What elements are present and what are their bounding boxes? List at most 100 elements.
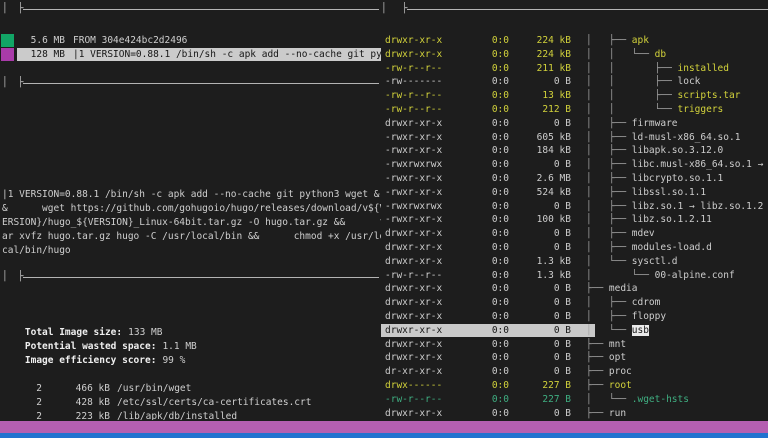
filetree-row[interactable]: drwxr-xr-x 0:0 0 B ├── media [381, 282, 768, 296]
border-glyph: │ [2, 270, 8, 284]
wasted-path: /usr/bin/wget [117, 382, 191, 396]
filetree-row[interactable]: -rw-r--r-- 0:0 1.3 kB │ └── 00-alpine.co… [381, 269, 768, 283]
tree-branch-glyphs: │ ├── [586, 311, 632, 322]
filetree-row[interactable]: drwxr-xr-x 0:0 224 kB │ ├── apk [381, 34, 768, 48]
file-tree-cell: │ ├── apk [586, 34, 768, 48]
tree-branch-glyphs: │ │ └── [586, 104, 678, 115]
file-uid-gid: 0:0 [461, 255, 509, 269]
file-name: libapk.so.3.12.0 [632, 145, 724, 156]
file-tree-cell: │ ├── firmware [586, 117, 768, 131]
file-uid-gid: 0:0 [461, 131, 509, 145]
file-size: 211 kB [513, 62, 571, 76]
file-permission: drwxr-xr-x [385, 296, 442, 310]
right-column: │├ drwxr-xr-x 0:0 224 kB │ ├── apk drwxr… [381, 0, 768, 421]
tree-branch-glyphs: ├── [586, 366, 609, 377]
file-size: 2.6 MB [513, 172, 571, 186]
tree-branch-glyphs: │ └── [586, 270, 655, 281]
file-tree-cell: │ │ ├── installed [586, 62, 768, 76]
filetree-row[interactable]: drwxr-xr-x 0:0 1.3 kB │ └── sysctl.d [381, 255, 768, 269]
file-size: 0 B [513, 296, 571, 310]
file-size: 212 B [513, 103, 571, 117]
file-permission: drwxr-xr-x [385, 310, 442, 324]
file-tree-cell: │ │ └── triggers [586, 103, 768, 117]
tree-branch-glyphs: │ ├── [586, 242, 632, 253]
filetree-row[interactable]: drwxr-xr-x 0:0 224 kB │ │ └── db [381, 48, 768, 62]
filetree-row[interactable]: drwxr-xr-x 0:0 0 B │ ├── mdev [381, 227, 768, 241]
file-size: 1.3 kB [513, 255, 571, 269]
filetree-row[interactable]: -rwxr-xr-x 0:0 184 kB │ ├── libapk.so.3.… [381, 144, 768, 158]
file-size: 184 kB [513, 144, 571, 158]
tree-branch-glyphs: │ ├── [586, 173, 632, 184]
layer-row[interactable]: 128 MB |1 VERSION=0.88.1 /bin/sh -c apk … [0, 48, 381, 62]
file-uid-gid: 0:0 [461, 227, 509, 241]
filetree-row[interactable]: -rwxr-xr-x 0:0 100 kB │ ├── libz.so.1.2.… [381, 213, 768, 227]
filetree-row[interactable]: -rwxrwxrwx 0:0 0 B │ ├── libz.so.1 → lib… [381, 200, 768, 214]
file-tree-cell: │ └── sysctl.d [586, 255, 768, 269]
filetree-row[interactable]: -rw------- 0:0 0 B │ │ ├── lock [381, 75, 768, 89]
filetree-row[interactable]: -rwxr-xr-x 0:0 605 kB │ ├── ld-musl-x86_… [381, 131, 768, 145]
file-size: 0 B [513, 117, 571, 131]
file-name: mdev [632, 228, 655, 239]
file-permission: drwxr-xr-x [385, 255, 442, 269]
filetree-row[interactable]: -rwxr-xr-x 0:0 524 kB │ ├── libssl.so.1.… [381, 186, 768, 200]
layer-details-body: |1 VERSION=0.88.1 /bin/sh -c apk add --n… [2, 104, 381, 258]
tags-line [2, 104, 381, 118]
file-permission: -rwxr-xr-x [385, 144, 442, 158]
command-line: ar xvfz hugo.tar.gz hugo -C /usr/local/b… [2, 230, 381, 244]
file-size: 0 B [513, 338, 571, 352]
file-name: media [609, 283, 638, 294]
file-name: scripts.tar [678, 90, 741, 101]
filetree-row[interactable]: -rwxrwxrwx 0:0 0 B │ ├── libc.musl-x86_6… [381, 158, 768, 172]
filetree-row[interactable]: -rw-r--r-- 0:0 211 kB │ │ ├── installed [381, 62, 768, 76]
layer-row[interactable]: 5.6 MB FROM 304e424bc2d2496 [0, 34, 381, 48]
border-line [23, 83, 379, 84]
file-uid-gid: 0:0 [461, 351, 509, 365]
file-tree-cell: │ ├── ld-musl-x86_64.so.1 [586, 131, 768, 145]
file-permission: -rwxrwxrwx [385, 158, 442, 172]
command-line: & wget https://github.com/gohugoio/hugo/… [2, 202, 381, 216]
filetree-row[interactable]: drwxr-xr-x 0:0 0 B │ ├── modules-load.d [381, 241, 768, 255]
file-permission: -rwxr-xr-x [385, 213, 442, 227]
file-uid-gid: 0:0 [461, 89, 509, 103]
image-detail-label: Image efficiency score: [25, 355, 157, 366]
filetree-row[interactable]: drwxr-xr-x 0:0 0 B │ └── usb [381, 324, 768, 338]
border-line [407, 9, 768, 10]
keybinding-bar [0, 421, 768, 433]
file-uid-gid: 0:0 [461, 269, 509, 283]
wasted-row[interactable]: 2 466 kB /usr/bin/wget [0, 382, 381, 396]
left-column: │├ 5.6 MB FROM 304e424bc2d2496 128 MB |1… [0, 0, 381, 420]
file-permission: drwxr-xr-x [385, 407, 442, 421]
file-uid-gid: 0:0 [461, 296, 509, 310]
filetree-row[interactable]: -rw-r--r-- 0:0 13 kB │ │ ├── scripts.tar [381, 89, 768, 103]
image-detail-value: 133 MB [128, 327, 162, 338]
layer-size: 128 MB [18, 48, 65, 62]
command-line: |1 VERSION=0.88.1 /bin/sh -c apk add --n… [2, 188, 381, 202]
file-tree-cell: │ ├── libssl.so.1.1 [586, 186, 768, 200]
keybar-item-partial[interactable] [0, 421, 768, 433]
filetree-row[interactable]: drwxr-xr-x 0:0 0 B ├── mnt [381, 338, 768, 352]
filetree-row[interactable]: -rw-r--r-- 0:0 227 B │ └── .wget-hsts [381, 393, 768, 407]
filetree-row[interactable]: -rwxr-xr-x 0:0 2.6 MB │ ├── libcrypto.so… [381, 172, 768, 186]
filetree-row[interactable]: drwxr-xr-x 0:0 0 B ├── run [381, 407, 768, 421]
wasted-count: 2 [0, 382, 42, 396]
wasted-row[interactable]: 2 428 kB /etc/ssl/certs/ca-certificates.… [0, 396, 381, 410]
file-uid-gid: 0:0 [461, 310, 509, 324]
tree-branch-glyphs: ├── [586, 352, 609, 363]
file-permission: dr-xr-xr-x [385, 365, 442, 379]
filetree-row[interactable]: drwxr-xr-x 0:0 0 B │ ├── firmware [381, 117, 768, 131]
file-uid-gid: 0:0 [461, 338, 509, 352]
filetree-row[interactable]: -rw-r--r-- 0:0 212 B │ │ └── triggers [381, 103, 768, 117]
filetree-row[interactable]: drwxr-xr-x 0:0 0 B │ ├── cdrom [381, 296, 768, 310]
file-size: 0 B [513, 241, 571, 255]
file-tree-cell: ├── proc [586, 365, 768, 379]
filetree-row[interactable]: dr-xr-xr-x 0:0 0 B ├── proc [381, 365, 768, 379]
contents-pane-header: │├ [381, 2, 768, 16]
filetree-row[interactable]: drwxr-xr-x 0:0 0 B │ ├── floppy [381, 310, 768, 324]
file-size: 100 kB [513, 213, 571, 227]
file-size: 224 kB [513, 34, 571, 48]
image-detail-label: Total Image size: [25, 327, 122, 338]
file-permission: drwx------ [385, 379, 442, 393]
wasted-row[interactable]: 2 223 kB /lib/apk/db/installed [0, 410, 381, 420]
filetree-row[interactable]: drwxr-xr-x 0:0 0 B ├── opt [381, 351, 768, 365]
filetree-row[interactable]: drwx------ 0:0 227 B ├── root [381, 379, 768, 393]
